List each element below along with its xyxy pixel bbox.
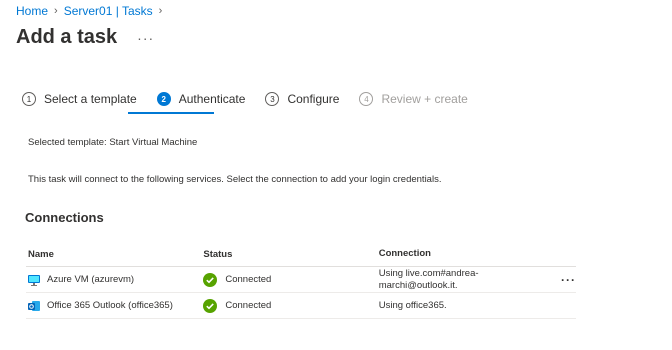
step-number-circle: 2 (156, 92, 171, 106)
connection-detail: Using live.com#andrea-marchi@outlook.it. (378, 267, 479, 291)
table-row[interactable]: Azure VM (azurevm) Connected Using live.… (26, 267, 576, 293)
step-label: Authenticate (178, 92, 246, 106)
status-text: Connected (225, 274, 272, 285)
table-header: Name Status Connection (26, 242, 576, 267)
status-text: Connected (225, 300, 272, 311)
step-number-circle: 1 (22, 92, 36, 106)
active-step-indicator (128, 112, 214, 114)
check-circle-icon (203, 272, 218, 287)
azure-vm-icon (28, 274, 40, 286)
column-header-connection: Connection (378, 248, 431, 259)
step-label: Review + create (381, 92, 468, 106)
step-number-circle: 4 (359, 92, 374, 106)
step-review-create: 4 Review + create (359, 90, 468, 108)
breadcrumb-home-link[interactable]: Home (16, 4, 48, 18)
column-header-name: Name (28, 248, 54, 260)
step-label: Select a template (44, 92, 137, 106)
step-authenticate[interactable]: 2 Authenticate (156, 90, 246, 108)
breadcrumb: Home › Server01 | Tasks › (16, 4, 168, 18)
connection-name: Azure VM (azurevm) (47, 274, 135, 285)
chevron-right-icon: › (54, 5, 58, 17)
chevron-right-icon: › (158, 5, 163, 17)
step-number-circle: 3 (265, 92, 280, 106)
breadcrumb-server-link[interactable]: Server01 | Tasks (64, 4, 153, 18)
step-label: Configure (287, 92, 340, 106)
description-text: This task will connect to the following … (28, 174, 442, 185)
title-row: Add a task ··· (16, 26, 154, 49)
step-configure[interactable]: 3 Configure (265, 90, 339, 108)
connection-detail: Using office365. (378, 299, 447, 311)
selected-template-text: Selected template: Start Virtual Machine (28, 137, 198, 148)
check-circle-icon (203, 298, 218, 313)
outlook-icon (28, 300, 40, 312)
more-options-icon[interactable]: ··· (137, 30, 154, 46)
wizard-steps: 1 Select a template 2 Authenticate 3 Con… (22, 90, 488, 108)
step-select-template[interactable]: 1 Select a template (22, 90, 137, 108)
row-more-options-icon[interactable]: ··· (548, 273, 576, 287)
connections-heading: Connections (25, 210, 104, 225)
connections-table: Name Status Connection Azure VM (azurevm… (26, 242, 576, 319)
page-title: Add a task (16, 26, 118, 48)
column-header-status: Status (203, 248, 233, 260)
connection-name: Office 365 Outlook (office365) (47, 300, 173, 311)
table-row[interactable]: Office 365 Outlook (office365) Connected… (26, 293, 576, 319)
